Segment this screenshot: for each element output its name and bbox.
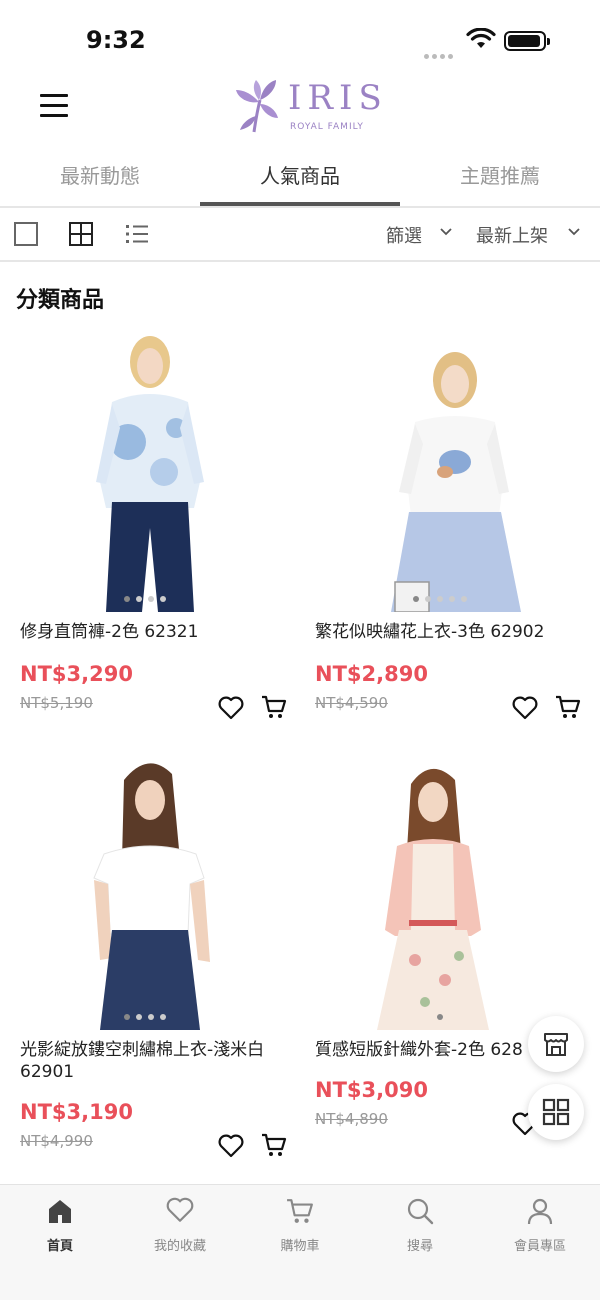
store-fab-button[interactable] (528, 1016, 584, 1072)
search-icon (407, 1198, 434, 1225)
cart-icon[interactable] (261, 694, 287, 720)
wifi-icon (466, 28, 496, 48)
nav-label: 首頁 (46, 1239, 73, 1254)
bottom-navigation: 首頁 我的收藏 購物車 搜尋 會員專區 (0, 1184, 600, 1300)
cart-icon[interactable] (261, 1132, 287, 1158)
nav-home[interactable]: 首頁 (0, 1185, 120, 1300)
product-image[interactable] (295, 332, 585, 612)
filter-button[interactable]: 篩選 (386, 222, 422, 248)
heart-icon[interactable] (218, 1134, 244, 1158)
nav-favorites[interactable]: 我的收藏 (120, 1185, 240, 1300)
store-icon (544, 1033, 568, 1056)
heart-icon[interactable] (218, 696, 244, 720)
product-price: NT$3,190 (20, 1100, 133, 1124)
nav-member[interactable]: 會員專區 (480, 1185, 600, 1300)
sort-button[interactable]: 最新上架 (476, 222, 548, 248)
top-tabs: 最新動態 人氣商品 主題推薦 (0, 150, 600, 206)
status-bar: 9:32 (0, 0, 600, 72)
grid-view-icon[interactable] (69, 222, 93, 246)
grid-icon (542, 1098, 570, 1126)
model-photo (391, 352, 521, 612)
heart-icon (166, 1197, 194, 1222)
single-view-icon[interactable] (14, 222, 38, 246)
logo-subtitle: ROYAL FAMILY (290, 122, 364, 132)
nav-label: 搜尋 (406, 1239, 433, 1254)
product-name[interactable]: 質感短版針織外套-2色 628 (315, 1038, 523, 1062)
list-toolbar: 篩選 最新上架 (0, 208, 600, 262)
iris-flower-icon (236, 80, 278, 133)
categories-fab-button[interactable] (528, 1084, 584, 1140)
product-original-price: NT$4,890 (315, 1110, 388, 1128)
battery-icon (504, 31, 550, 51)
model-photo (93, 763, 210, 1030)
heart-icon[interactable] (512, 696, 538, 720)
brand-logo[interactable]: IRIS ROYAL FAMILY (232, 78, 382, 134)
tab-featured-topics[interactable]: 主題推薦 (400, 150, 600, 206)
product-price: NT$2,890 (315, 662, 428, 686)
menu-icon[interactable] (40, 94, 68, 118)
product-name[interactable]: 修身直筒褲-2色 62321 (20, 620, 198, 644)
product-name-line2[interactable]: 62901 (20, 1060, 74, 1084)
nav-cart[interactable]: 購物車 (240, 1185, 360, 1300)
section-title: 分類商品 (16, 288, 105, 313)
cart-icon[interactable] (555, 694, 581, 720)
model-photo (96, 336, 204, 612)
product-image[interactable] (0, 750, 290, 1030)
nav-label: 會員專區 (513, 1239, 566, 1254)
tab-latest-news[interactable]: 最新動態 (0, 150, 200, 206)
nav-label: 我的收藏 (153, 1239, 206, 1254)
signal-icon (424, 44, 456, 59)
product-original-price: NT$4,590 (315, 694, 388, 712)
nav-label: 購物車 (280, 1239, 320, 1254)
tab-popular-products[interactable]: 人氣商品 (200, 150, 400, 206)
chevron-down-icon[interactable] (440, 226, 452, 238)
model-photo (377, 768, 489, 1030)
product-price: NT$3,290 (20, 662, 133, 686)
list-view-icon[interactable] (125, 222, 149, 246)
product-name[interactable]: 繁花似映繡花上衣-3色 62902 (315, 620, 544, 644)
user-icon (527, 1198, 553, 1225)
product-card[interactable]: 繁花似映繡花上衣-3色 62902 NT$2,890 NT$4,590 (295, 332, 585, 732)
product-image[interactable] (0, 332, 290, 612)
product-price: NT$3,090 (315, 1078, 428, 1102)
product-name[interactable]: 光影綻放鏤空刺繡棉上衣-淺米白 (20, 1038, 264, 1062)
logo-text: IRIS (288, 78, 388, 118)
product-image[interactable] (295, 750, 585, 1030)
chevron-down-icon[interactable] (568, 226, 580, 238)
product-card[interactable]: 光影綻放鏤空刺繡棉上衣-淺米白 62901 NT$3,190 NT$4,990 (0, 750, 290, 1170)
cart-icon (287, 1199, 313, 1223)
product-original-price: NT$4,990 (20, 1132, 93, 1150)
status-time: 9:32 (86, 26, 146, 54)
product-original-price: NT$5,190 (20, 694, 93, 712)
product-card[interactable]: 修身直筒褲-2色 62321 NT$3,290 NT$5,190 (0, 332, 290, 732)
nav-search[interactable]: 搜尋 (360, 1185, 480, 1300)
home-icon (49, 1200, 71, 1223)
